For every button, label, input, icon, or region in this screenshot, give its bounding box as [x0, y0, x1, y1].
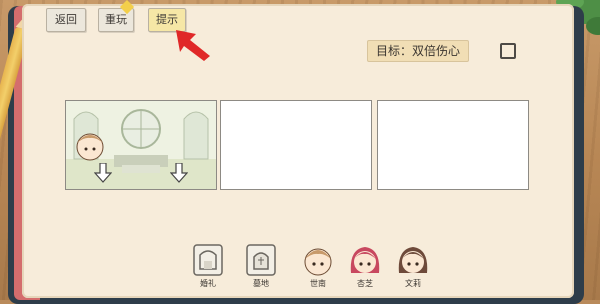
down-arrow-icon	[170, 163, 188, 183]
grave-icon	[246, 244, 276, 276]
story-panel-1[interactable]	[65, 100, 217, 190]
brown-hair-girl-icon	[398, 247, 428, 273]
goal-checkbox	[500, 43, 516, 59]
wedding-icon	[193, 244, 223, 276]
story-panel-3[interactable]	[377, 100, 529, 190]
item-boy[interactable]: 世南	[300, 243, 336, 288]
item-wedding[interactable]: 婚礼	[190, 243, 226, 288]
pointer-arrow-icon	[176, 30, 210, 61]
boy-icon	[304, 248, 332, 276]
church-scene	[66, 101, 216, 189]
item-label: 杏芝	[357, 279, 373, 288]
item-grave[interactable]: 墓地	[243, 243, 279, 288]
item-label: 墓地	[253, 279, 269, 288]
item-redhead-girl[interactable]: 杏芝	[347, 243, 383, 288]
item-label: 婚礼	[200, 279, 216, 288]
item-label: 世南	[310, 279, 326, 288]
back-button[interactable]: 返回	[46, 8, 86, 32]
story-panel-2[interactable]	[220, 100, 372, 190]
redhead-girl-icon	[350, 247, 380, 273]
item-brown-hair-girl[interactable]: 文莉	[395, 243, 431, 288]
goal-label: 目标：双倍伤心	[367, 40, 470, 62]
item-label: 文莉	[405, 279, 421, 288]
down-arrow-icon	[94, 163, 112, 183]
